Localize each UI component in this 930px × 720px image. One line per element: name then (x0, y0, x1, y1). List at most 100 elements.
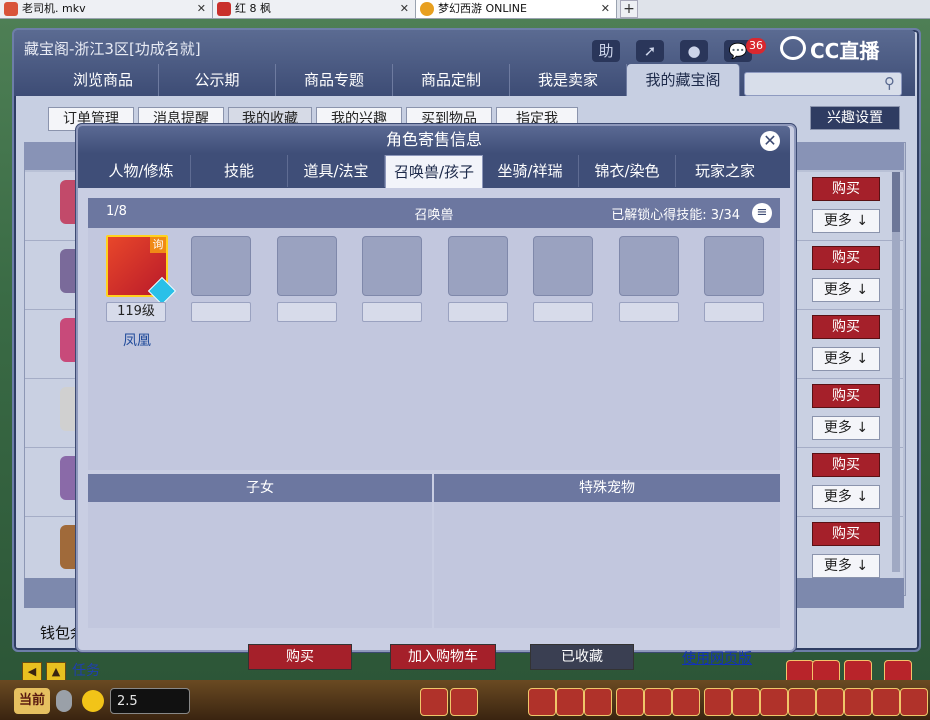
more-button[interactable]: 更多 ↓ (812, 347, 880, 371)
browser-tab-game[interactable]: 梦幻西游 ONLINE ✕ (416, 0, 617, 18)
close-icon[interactable]: ✕ (400, 0, 409, 18)
more-button[interactable]: 更多 ↓ (812, 209, 880, 233)
flag-icon[interactable] (760, 688, 788, 716)
pet-slot-empty[interactable] (704, 236, 764, 296)
more-button[interactable]: 更多 ↓ (812, 278, 880, 302)
task-button[interactable]: 任务 (72, 660, 100, 680)
game-icon[interactable] (872, 688, 900, 716)
tab-player-home[interactable]: 玩家之家 (676, 155, 774, 187)
interest-settings-button[interactable]: 兴趣设置 (810, 106, 900, 130)
tools-icon[interactable] (704, 688, 732, 716)
tab-goods-topic[interactable]: 商品专题 (276, 64, 393, 96)
children-section-header: 子女 (88, 474, 432, 502)
party-icon[interactable] (616, 688, 644, 716)
dialog-title: 角色寄售信息 (385, 130, 482, 149)
inquire-badge: 询 (150, 237, 166, 253)
buy-button[interactable]: 购买 (812, 177, 880, 201)
pet-slot-empty[interactable] (619, 236, 679, 296)
new-tab-button[interactable]: + (620, 0, 638, 18)
add-to-cart-button[interactable]: 加入购物车 (390, 644, 496, 670)
list-menu-icon[interactable]: ≡ (752, 203, 772, 223)
game-icon[interactable] (844, 688, 872, 716)
tab-items-magic[interactable]: 道具/法宝 (288, 155, 385, 187)
current-channel-button[interactable]: 当前 (14, 688, 50, 714)
tab-pets-children[interactable]: 召唤兽/孩子 (385, 155, 483, 188)
tab-browse-goods[interactable]: 浏览商品 (48, 64, 159, 96)
emoji-icon[interactable] (82, 690, 104, 712)
tab-mounts[interactable]: 坐骑/祥瑞 (482, 155, 579, 187)
help-button[interactable]: 助 (592, 40, 620, 62)
more-button[interactable]: 更多 ↓ (812, 554, 880, 578)
pet-level-label-empty (704, 302, 764, 322)
arrow-up-icon[interactable]: ▲ (46, 662, 66, 682)
cc-logo-icon (780, 36, 806, 60)
pet-level-label-empty (533, 302, 593, 322)
close-icon[interactable]: ✕ (197, 0, 206, 18)
app-icon (217, 2, 231, 16)
web-version-link[interactable]: 使用网页版 (682, 648, 752, 668)
collected-button[interactable]: 已收藏 (530, 644, 634, 670)
tab-skills[interactable]: 技能 (191, 155, 288, 187)
share-icon[interactable]: ➚ (636, 40, 664, 62)
buy-button[interactable]: 购买 (812, 522, 880, 546)
tools-icon[interactable] (732, 688, 760, 716)
party-icon[interactable] (644, 688, 672, 716)
tab-my-cangbaoge[interactable]: 我的藏宝阁 (627, 64, 740, 96)
tab-outfits-dye[interactable]: 锦衣/染色 (579, 155, 676, 187)
list-scrollbar[interactable] (892, 172, 900, 572)
game-icon[interactable] (788, 688, 816, 716)
window-title: 藏宝阁-浙江3区[功成名就] (24, 40, 201, 58)
more-button[interactable]: 更多 ↓ (812, 485, 880, 509)
list-scrollbar-thumb[interactable] (892, 172, 900, 232)
more-label: 更多 (823, 351, 852, 367)
pet-slot-empty[interactable] (533, 236, 593, 296)
item-icon[interactable] (584, 688, 612, 716)
unlocked-skills-label: 已解锁心得技能: (611, 208, 707, 223)
browser-tab-label: 老司机. mkv (22, 2, 86, 15)
chat-input[interactable]: 2.5 (110, 688, 190, 714)
more-label: 更多 (823, 420, 852, 436)
children-section (88, 502, 432, 628)
pet-slot-empty[interactable] (362, 236, 422, 296)
search-icon[interactable]: ⚲ (884, 74, 895, 92)
close-icon[interactable]: ✕ (601, 0, 610, 18)
search-input[interactable]: ⚲ (744, 72, 902, 96)
buy-button[interactable]: 购买 (812, 246, 880, 270)
skill-icon[interactable] (450, 688, 478, 716)
game-icon[interactable] (900, 688, 928, 716)
tab-character-cultivation[interactable]: 人物/修炼 (92, 155, 191, 187)
special-pets-section (434, 502, 780, 628)
pet-name[interactable]: 凤凰 (106, 330, 168, 350)
more-button[interactable]: 更多 ↓ (812, 416, 880, 440)
buy-button[interactable]: 购买 (248, 644, 352, 670)
message-count-badge: 36 (746, 38, 766, 54)
buy-button[interactable]: 购买 (812, 384, 880, 408)
arrow-left-icon[interactable]: ◀ (22, 662, 42, 682)
pet-slot-empty[interactable] (277, 236, 337, 296)
pet-level-label-empty (277, 302, 337, 322)
pet-slot-empty[interactable] (191, 236, 251, 296)
pet-slot-empty[interactable] (448, 236, 508, 296)
item-icon[interactable] (672, 688, 700, 716)
browser-tab-red-maple[interactable]: 红 8 枫 ✕ (213, 0, 416, 18)
browser-tab-video[interactable]: 老司机. mkv ✕ (0, 0, 213, 18)
tab-public-period[interactable]: 公示期 (159, 64, 276, 96)
browser-tab-label: 红 8 枫 (235, 2, 271, 15)
inventory-icon[interactable] (528, 688, 556, 716)
tab-goods-custom[interactable]: 商品定制 (393, 64, 510, 96)
cc-live-logo: CC直播 (780, 34, 910, 63)
microphone-icon[interactable] (56, 690, 72, 712)
skill-icon[interactable] (420, 688, 448, 716)
close-icon[interactable]: ✕ (760, 131, 780, 151)
buy-button[interactable]: 购买 (812, 315, 880, 339)
buy-button[interactable]: 购买 (812, 453, 880, 477)
pet-level-label-empty (448, 302, 508, 322)
item-icon[interactable] (556, 688, 584, 716)
special-pets-section-header: 特殊宠物 (434, 474, 780, 502)
pet-slot-phoenix[interactable]: 询 (106, 235, 177, 306)
browser-tab-label: 梦幻西游 ONLINE (438, 2, 527, 15)
record-icon[interactable]: ● (680, 40, 708, 62)
game-icon[interactable] (816, 688, 844, 716)
pet-level-label-empty (191, 302, 251, 322)
tab-i-am-seller[interactable]: 我是卖家 (510, 64, 627, 96)
